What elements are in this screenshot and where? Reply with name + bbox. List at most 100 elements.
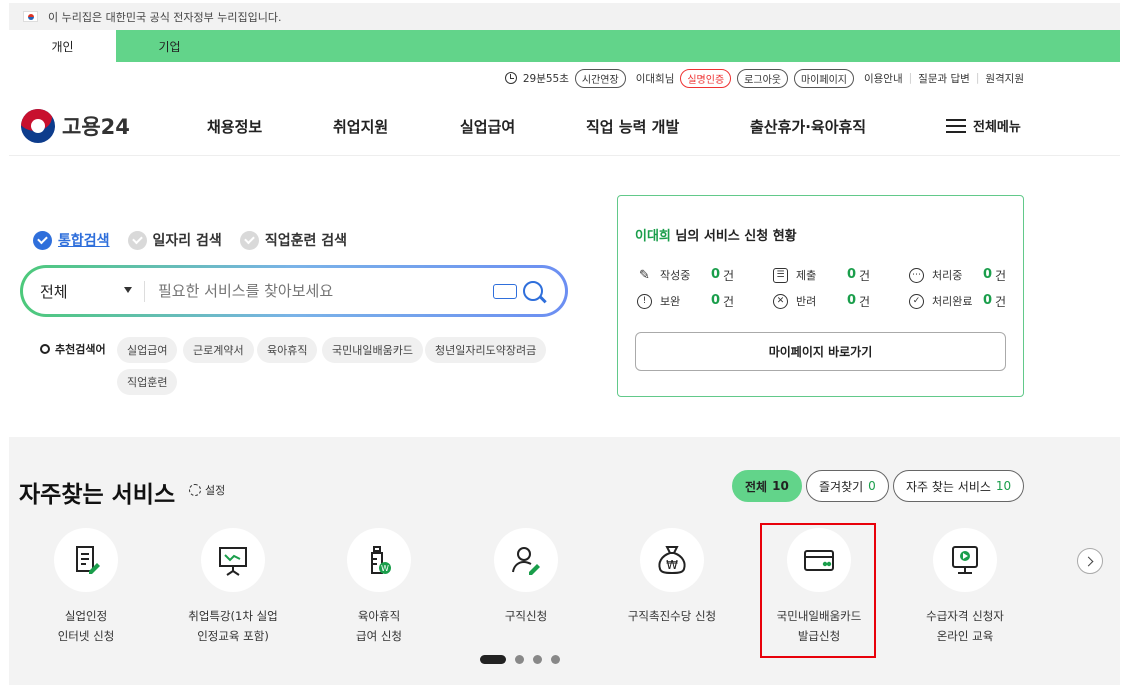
status-submitted[interactable]: ☰ 제출 0건 bbox=[773, 267, 870, 283]
tab-personal[interactable]: 개인 bbox=[9, 30, 116, 62]
filter-all[interactable]: 전체 10 bbox=[732, 470, 802, 502]
status-title-suffix: 님의 서비스 신청 현황 bbox=[670, 229, 797, 244]
extend-session-button[interactable]: 시간연장 bbox=[574, 68, 626, 88]
keyword-chip[interactable]: 직업훈련 bbox=[117, 369, 178, 395]
status-completed[interactable]: ✓ 처리완료 0건 bbox=[909, 293, 1006, 309]
section-title: 자주찾는 서비스 bbox=[19, 482, 176, 508]
gear-icon bbox=[189, 484, 201, 496]
status-label: 보완 bbox=[660, 295, 681, 308]
service-job-application[interactable]: 구직신청 bbox=[456, 528, 596, 626]
service-label: 수급자격 신청자 온라인 교육 bbox=[926, 609, 1004, 644]
frequent-services-section: 자주찾는 서비스 설정 전체 10 즐겨찾기 0 자주 찾는 서비스 10 실업인정 … bbox=[9, 437, 1120, 685]
logo-text: 고용24 bbox=[62, 115, 130, 139]
service-label: 취업특강(1차 실업 인정교육 포함) bbox=[188, 609, 278, 644]
status-label: 제출 bbox=[796, 269, 817, 282]
tab-label: 직업훈련 검색 bbox=[264, 233, 347, 249]
service-unemployment-certification[interactable]: 실업인정 인터넷 신청 bbox=[16, 528, 156, 646]
status-writing[interactable]: ✎ 작성중 0건 bbox=[637, 267, 734, 283]
real-name-auth-button[interactable]: 실명인증 bbox=[680, 68, 732, 88]
help-link[interactable]: 이용안내 bbox=[864, 71, 903, 86]
check-circle-icon bbox=[127, 230, 147, 250]
status-label: 작성중 bbox=[660, 269, 691, 282]
search-icon[interactable] bbox=[523, 281, 543, 301]
qna-link[interactable]: 질문과 답변 bbox=[918, 71, 970, 86]
tab-label: 통합검색 bbox=[58, 233, 110, 249]
service-label: 육아휴직 급여 신청 bbox=[356, 609, 402, 644]
status-supplement[interactable]: ! 보완 0건 bbox=[637, 293, 734, 309]
nav-vocational-training[interactable]: 직업 능력 개발 bbox=[586, 116, 679, 137]
filter-frequent[interactable]: 자주 찾는 서비스 10 bbox=[893, 470, 1025, 502]
go-mypage-button[interactable]: 마이페이지 바로가기 bbox=[635, 332, 1006, 371]
tab-training-search[interactable]: 직업훈련 검색 bbox=[239, 230, 347, 250]
status-unit: 건 bbox=[723, 294, 735, 309]
settings-button[interactable]: 설정 bbox=[189, 482, 225, 498]
person-pen-icon bbox=[512, 547, 540, 575]
filter-count: 10 bbox=[995, 479, 1012, 493]
filter-count: 10 bbox=[772, 479, 789, 493]
svg-text:W: W bbox=[381, 564, 389, 573]
hamburger-icon bbox=[946, 118, 966, 133]
clock-icon bbox=[504, 72, 517, 84]
money-bag-icon: ₩ bbox=[658, 546, 686, 575]
service-job-promotion-allowance[interactable]: ₩ 구직촉진수당 신청 bbox=[602, 528, 742, 626]
search-category-value: 전체 bbox=[40, 282, 68, 301]
highlight-box bbox=[760, 523, 876, 658]
filter-label: 즐겨찾기 bbox=[819, 479, 864, 494]
korea-flag-icon bbox=[23, 11, 38, 22]
document-pen-icon bbox=[76, 546, 100, 574]
checklist-icon: ☰ bbox=[773, 267, 788, 283]
x-circle-icon: ✕ bbox=[773, 293, 788, 309]
nav-jobs[interactable]: 채용정보 bbox=[207, 116, 262, 137]
carousel-pagination bbox=[480, 655, 560, 664]
site-logo[interactable]: 고용24 bbox=[21, 109, 130, 143]
keyword-chip[interactable]: 청년일자리도약장려금 bbox=[425, 337, 547, 363]
nav-employment-support[interactable]: 취업지원 bbox=[333, 116, 388, 137]
status-label: 반려 bbox=[796, 295, 817, 308]
status-count: 0 bbox=[711, 266, 721, 282]
check-circle-icon bbox=[33, 230, 52, 250]
status-unit: 건 bbox=[995, 294, 1007, 309]
settings-label: 설정 bbox=[205, 484, 226, 497]
keyword-chip[interactable]: 육아휴직 bbox=[257, 337, 318, 363]
tab-company[interactable]: 기업 bbox=[116, 30, 223, 62]
mypage-button[interactable]: 마이페이지 bbox=[793, 68, 854, 88]
keyword-chip[interactable]: 근로계약서 bbox=[183, 337, 254, 363]
service-parental-leave-benefit[interactable]: W 육아휴직 급여 신청 bbox=[309, 528, 449, 646]
carousel-next-button[interactable] bbox=[1077, 548, 1103, 574]
tab-job-search[interactable]: 일자리 검색 bbox=[127, 230, 222, 250]
status-count: 0 bbox=[847, 292, 857, 308]
search-category-select[interactable]: 전체 bbox=[23, 280, 145, 302]
service-employment-lecture[interactable]: 취업특강(1차 실업 인정교육 포함) bbox=[163, 528, 303, 646]
keyword-chip[interactable]: 국민내일배움카드 bbox=[322, 337, 423, 363]
keyword-chip[interactable]: 실업급여 bbox=[117, 337, 178, 363]
search-input[interactable] bbox=[145, 282, 493, 300]
gov-banner-text: 이 누리집은 대한민국 공식 전자정부 누리집입니다. bbox=[48, 10, 282, 24]
service-label: 실업인정 인터넷 신청 bbox=[57, 609, 115, 644]
ellipsis-icon: ⋯ bbox=[909, 267, 924, 283]
service-label: 구직신청 bbox=[504, 609, 548, 623]
keyboard-icon[interactable] bbox=[493, 283, 517, 299]
search-tabs: 통합검색 일자리 검색 직업훈련 검색 bbox=[33, 230, 347, 250]
user-name: 이대희님 bbox=[635, 72, 675, 85]
remote-support-link[interactable]: 원격지원 bbox=[985, 71, 1024, 86]
nav-unemployment-benefit[interactable]: 실업급여 bbox=[460, 116, 515, 137]
status-count: 0 bbox=[711, 292, 721, 308]
tab-integrated-search[interactable]: 통합검색 bbox=[33, 230, 110, 250]
baby-bottle-icon: W bbox=[371, 546, 391, 574]
nav-parental-leave[interactable]: 출산휴가·육아휴직 bbox=[750, 116, 866, 137]
utility-bar: 29분55초 시간연장 이대희님 실명인증 로그아웃 마이페이지 이용안내 | … bbox=[504, 68, 1024, 88]
logout-button[interactable]: 로그아웃 bbox=[737, 68, 788, 88]
status-rejected[interactable]: ✕ 반려 0건 bbox=[773, 293, 870, 309]
page-dot[interactable] bbox=[515, 655, 524, 664]
status-processing[interactable]: ⋯ 처리중 0건 bbox=[909, 267, 1006, 283]
all-menu-label: 전체메뉴 bbox=[973, 120, 1021, 135]
status-count: 0 bbox=[983, 266, 993, 282]
all-menu-button[interactable]: 전체메뉴 bbox=[946, 116, 1021, 135]
service-online-education[interactable]: 수급자격 신청자 온라인 교육 bbox=[895, 528, 1035, 646]
filter-favorites[interactable]: 즐겨찾기 0 bbox=[806, 470, 889, 502]
page-dot[interactable] bbox=[551, 655, 560, 664]
page-dot[interactable] bbox=[533, 655, 542, 664]
page-dot[interactable] bbox=[480, 655, 506, 664]
service-label: 구직촉진수당 신청 bbox=[627, 609, 717, 623]
status-label: 처리완료 bbox=[932, 295, 973, 308]
